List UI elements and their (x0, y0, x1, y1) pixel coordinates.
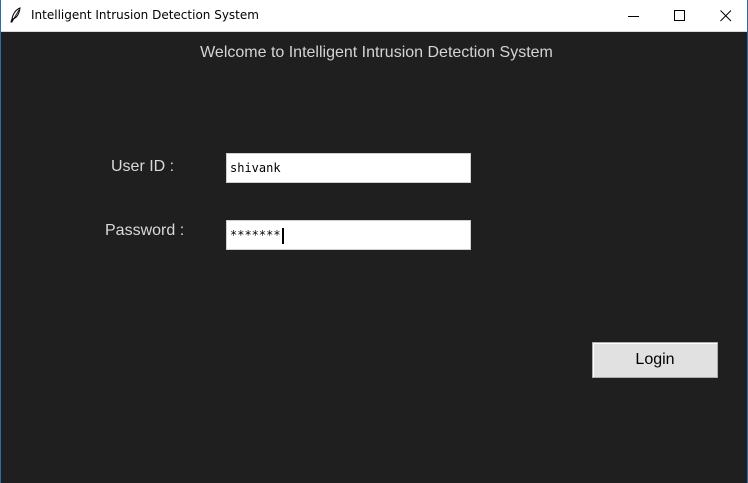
user-id-label: User ID : (111, 158, 175, 175)
login-button[interactable]: Login (592, 342, 718, 378)
user-id-value: shivank (230, 161, 281, 175)
feather-icon (9, 7, 23, 23)
password-label: Password : (105, 222, 185, 239)
password-value: ******* (230, 228, 281, 242)
close-icon (720, 10, 732, 22)
user-id-input[interactable]: shivank (226, 153, 471, 183)
login-form: Welcome to Intelligent Intrusion Detecti… (1, 32, 747, 483)
window-title: Intelligent Intrusion Detection System (31, 8, 259, 22)
maximize-button[interactable] (657, 0, 703, 31)
maximize-icon (674, 10, 685, 21)
title-bar[interactable]: Intelligent Intrusion Detection System (1, 0, 747, 32)
welcome-heading: Welcome to Intelligent Intrusion Detecti… (200, 44, 553, 61)
minimize-icon (628, 16, 639, 17)
password-input[interactable]: ******* (226, 220, 471, 250)
app-window: Intelligent Intrusion Detection System W… (0, 0, 748, 483)
text-cursor (281, 227, 284, 244)
minimize-button[interactable] (611, 0, 657, 31)
close-button[interactable] (703, 0, 748, 31)
